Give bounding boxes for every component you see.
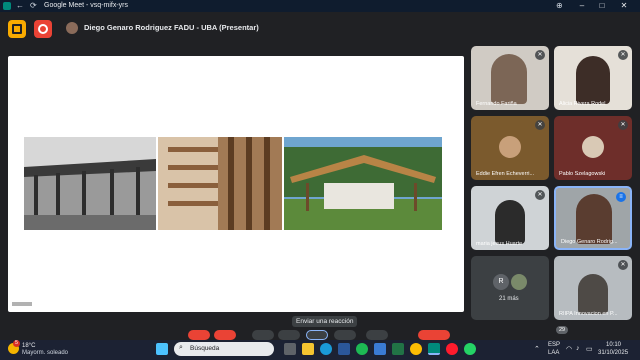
participant-video (495, 200, 525, 244)
photo-modern-pavilion (284, 137, 442, 230)
presenting-label: Diego Genaro Rodriguez FADU - UBA (Prese… (84, 23, 259, 32)
participant-avatar: R (493, 274, 509, 290)
photo-old-building (24, 137, 156, 230)
participant-name: maria jesus Huarte (476, 241, 523, 247)
file-explorer-icon[interactable] (302, 343, 314, 355)
raise-hand-button[interactable] (278, 330, 300, 340)
chrome-icon[interactable] (410, 343, 422, 355)
participant-name: RIIPA Innovacion en P... (559, 311, 618, 317)
reaction-button[interactable] (306, 330, 328, 340)
store-icon[interactable] (374, 343, 386, 355)
mic-off-icon: ✕ (618, 120, 628, 130)
weather-badge: 5 (13, 340, 20, 347)
participant-tile[interactable]: ✕ Pablo Szelagowski (554, 116, 632, 180)
maximize-button[interactable]: □ (592, 0, 612, 12)
mic-off-icon: ✕ (535, 50, 545, 60)
leave-call-button[interactable] (418, 330, 450, 340)
slide-controls[interactable] (12, 302, 32, 306)
word-icon[interactable] (338, 343, 350, 355)
participant-tile[interactable]: ✕ Eddie Efren Echeverri... (471, 116, 549, 180)
reaction-tooltip: Enviar una reacción (292, 316, 358, 327)
clock-date[interactable]: 31/10/2025 (598, 350, 628, 356)
battery-icon[interactable]: ▭ (586, 345, 593, 353)
mic-off-icon: ✕ (535, 190, 545, 200)
taskbar-search-box[interactable] (174, 342, 274, 356)
more-options-button[interactable] (366, 330, 388, 340)
close-window-button[interactable]: ✕ (614, 0, 634, 12)
participant-video (578, 274, 608, 314)
weather-badge-count: 5 (15, 340, 18, 346)
presenting-text: Diego Genaro Rodriguez FADU - UBA (Prese… (84, 23, 259, 32)
back-icon[interactable]: ← (16, 1, 24, 11)
more-participants-tile[interactable]: R 21 más (471, 256, 549, 320)
window-title: Google Meet - vsq-mifx-yrs (44, 2, 129, 9)
camera-button[interactable] (214, 330, 236, 340)
wifi-icon[interactable]: ◠ (566, 345, 572, 353)
participant-name: Fernando Fariña (476, 101, 517, 107)
participant-name: Eddie Efren Echeverri... (476, 171, 535, 177)
keyboard-layout[interactable]: LAA (548, 350, 559, 356)
participant-avatar (511, 274, 527, 290)
reload-icon[interactable]: ⟳ (30, 1, 37, 11)
opera-icon[interactable] (446, 343, 458, 355)
language-code[interactable]: ESP (548, 342, 560, 348)
mic-off-icon: ✕ (618, 260, 628, 270)
captions-button[interactable] (252, 330, 274, 340)
task-view-icon[interactable] (284, 343, 296, 355)
meet-app-icon[interactable] (428, 343, 440, 355)
mic-off-icon: ✕ (618, 50, 628, 60)
participant-video (576, 194, 612, 244)
weather-description[interactable]: Mayorm. soleado (22, 350, 68, 356)
participant-avatar (499, 135, 521, 158)
participant-tile[interactable]: ✕ Alicia Rivera Rodel (554, 46, 632, 110)
participant-tile[interactable]: ✕ RIIPA Innovacion en P... (554, 256, 632, 320)
clock-time[interactable]: 10:10 (606, 342, 621, 348)
participant-tile-active[interactable]: ≡ Diego Genaro Rodrig... (554, 186, 632, 250)
participants-count: 29 (558, 327, 566, 333)
participant-name: Diego Genaro Rodrig... (561, 239, 618, 245)
avatar-initial: R (498, 278, 504, 285)
participant-tile[interactable]: ✕ maria jesus Huarte (471, 186, 549, 250)
excel-icon[interactable] (392, 343, 404, 355)
volume-icon[interactable]: ♪ (576, 345, 580, 352)
meet-tab-icon (3, 2, 11, 10)
presenter-avatar (66, 22, 78, 34)
mic-button[interactable] (188, 330, 210, 340)
weather-temperature[interactable]: 18°C (22, 343, 35, 349)
tray-chevron-icon[interactable]: ⌃ (534, 345, 540, 353)
participant-name: Pablo Szelagowski (559, 171, 606, 177)
participant-name: Alicia Rivera Rodel (559, 101, 606, 107)
layout-icon (12, 24, 22, 34)
browser-title-bar: ← ⟳ Google Meet - vsq-mifx-yrs ⊕ – □ ✕ (0, 0, 640, 12)
participant-video (576, 56, 610, 104)
speaking-icon: ≡ (616, 192, 626, 202)
participant-video (491, 54, 527, 104)
participants-badge[interactable]: 29 (556, 326, 568, 334)
spotify-icon[interactable] (356, 343, 368, 355)
minimize-button[interactable]: – (572, 0, 592, 12)
record-icon (38, 24, 48, 34)
install-icon[interactable]: ⊕ (556, 1, 563, 11)
photo-wood-stairs (158, 137, 282, 230)
participant-avatar (582, 135, 604, 158)
participant-tile[interactable]: ✕ Fernando Fariña (471, 46, 549, 110)
mic-off-icon: ✕ (535, 120, 545, 130)
edge-icon[interactable] (320, 343, 332, 355)
present-button[interactable] (334, 330, 356, 340)
more-count: 21 más (499, 296, 519, 302)
whatsapp-icon[interactable] (464, 343, 476, 355)
windows-start-icon[interactable] (156, 343, 168, 355)
search-icon: ⌕ (179, 344, 183, 351)
search-placeholder: Búsqueda (190, 345, 220, 352)
